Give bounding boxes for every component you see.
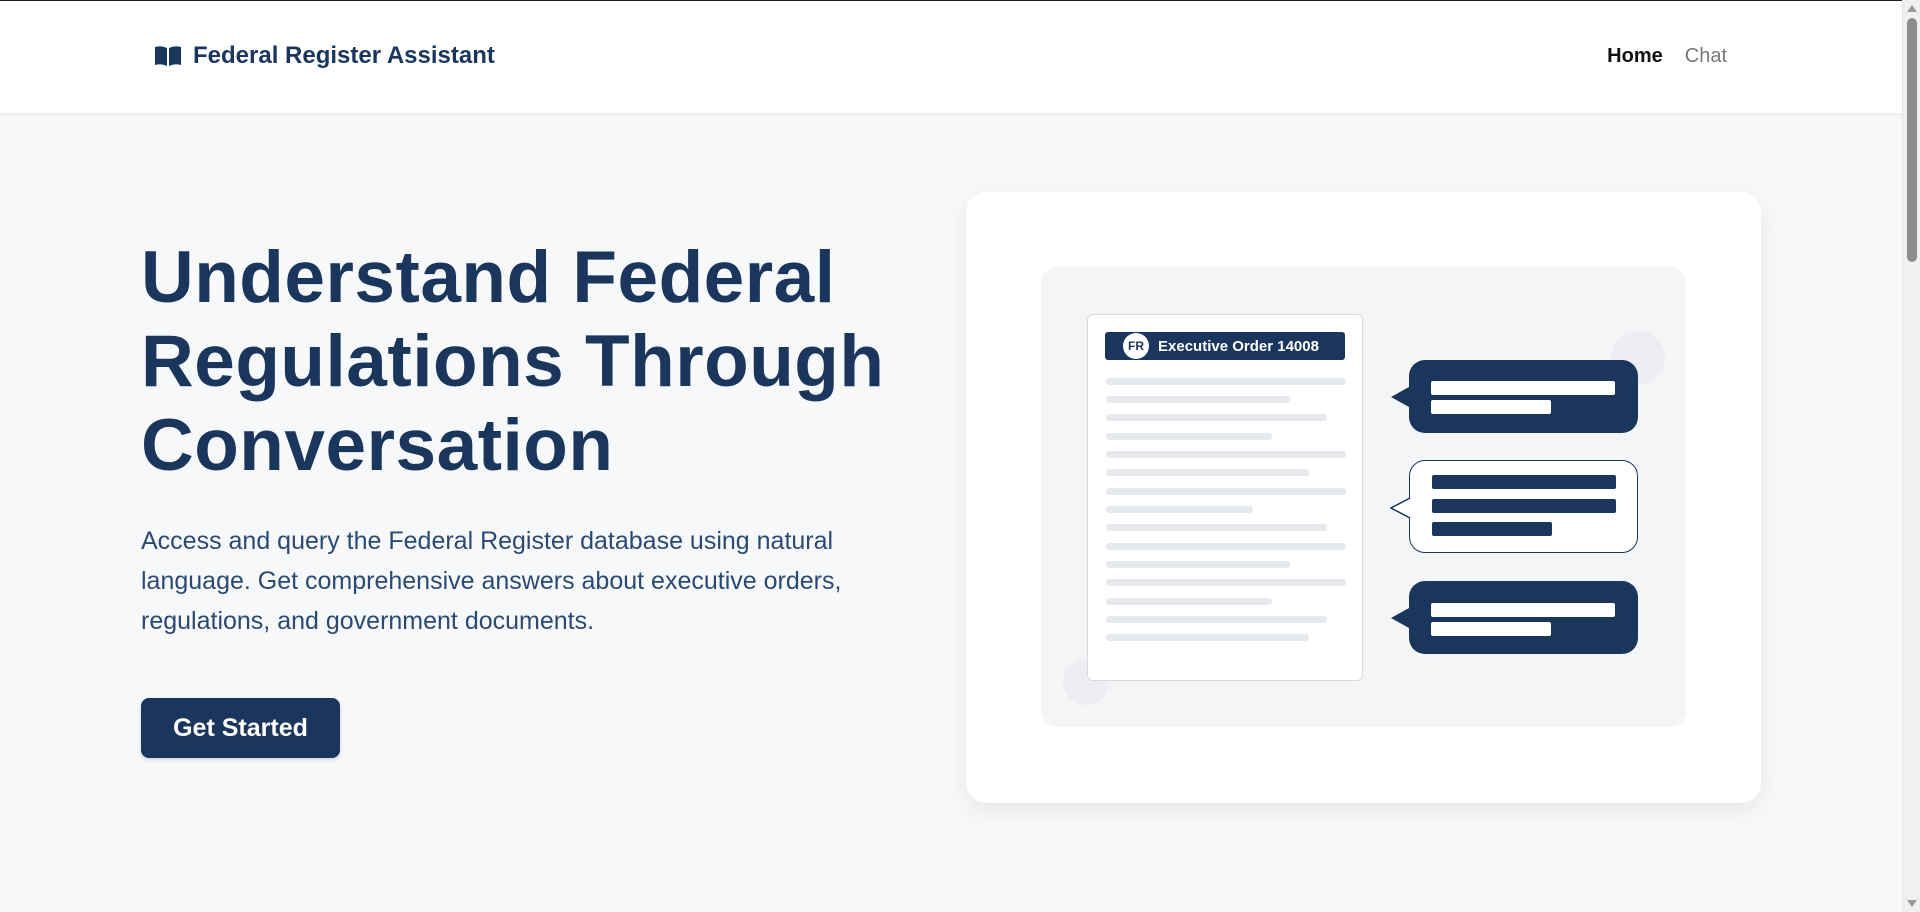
document-text-line	[1106, 506, 1253, 513]
hero-title-line: Understand Federal	[141, 237, 836, 318]
fr-badge: FR	[1123, 333, 1149, 359]
bubble-text-bar	[1431, 622, 1551, 636]
get-started-button[interactable]: Get Started	[141, 698, 340, 758]
chat-bubble-outgoing	[1390, 460, 1638, 553]
chat-bubble-incoming	[1391, 360, 1638, 433]
document-text-line	[1106, 469, 1309, 476]
document-text-line	[1106, 634, 1309, 641]
hero-title-line: Regulations Through	[141, 321, 885, 402]
scrollbar-thumb[interactable]	[1907, 18, 1917, 262]
document-illustration: FR Executive Order 14008	[1087, 314, 1363, 681]
bubble-text-bar	[1431, 400, 1551, 414]
nav-link-chat[interactable]: Chat	[1685, 45, 1727, 68]
document-text-line	[1106, 433, 1272, 440]
main-nav: Home Chat	[1607, 45, 1727, 68]
document-text-line	[1106, 414, 1327, 421]
document-title: Executive Order 14008	[1158, 337, 1319, 355]
document-text-line	[1106, 598, 1272, 605]
document-text-line	[1106, 561, 1290, 568]
hero-title-line: Conversation	[141, 405, 614, 486]
chat-bubble-incoming	[1391, 581, 1638, 654]
document-text-line	[1106, 488, 1346, 495]
document-text-line	[1106, 616, 1327, 623]
bubble-text-bar	[1432, 499, 1616, 513]
brand-name: Federal Register Assistant	[193, 42, 495, 69]
bubble-tail	[1390, 497, 1411, 519]
nav-link-home[interactable]: Home	[1607, 45, 1663, 68]
bubble-text-bar	[1431, 603, 1615, 617]
page-scrollbar[interactable]	[1902, 0, 1920, 912]
document-text-line	[1106, 579, 1346, 586]
bubble-text-bar	[1432, 475, 1616, 489]
document-text-line	[1106, 451, 1346, 458]
illustration-canvas: FR Executive Order 14008	[1041, 267, 1686, 727]
hero-title: Understand Federal Regulations Through C…	[141, 236, 921, 488]
bubble-text-bar	[1432, 522, 1552, 536]
hero-description: Access and query the Federal Register da…	[141, 527, 842, 635]
document-text-line	[1106, 543, 1346, 550]
document-text-line	[1106, 524, 1327, 531]
open-book-icon	[155, 46, 181, 66]
bubble-tail	[1391, 387, 1409, 407]
document-text-line	[1106, 396, 1290, 403]
document-text-line	[1106, 378, 1346, 385]
site-header: Federal Register Assistant Home Chat	[0, 1, 1902, 114]
scroll-down-arrow-icon[interactable]	[1907, 900, 1917, 907]
bubble-text-bar	[1431, 381, 1615, 395]
bubble-tail	[1391, 608, 1409, 628]
brand-logo[interactable]: Federal Register Assistant	[153, 42, 495, 70]
document-header: FR Executive Order 14008	[1105, 332, 1345, 360]
illustration-card: FR Executive Order 14008	[966, 192, 1761, 803]
scroll-up-arrow-icon[interactable]	[1907, 5, 1917, 12]
